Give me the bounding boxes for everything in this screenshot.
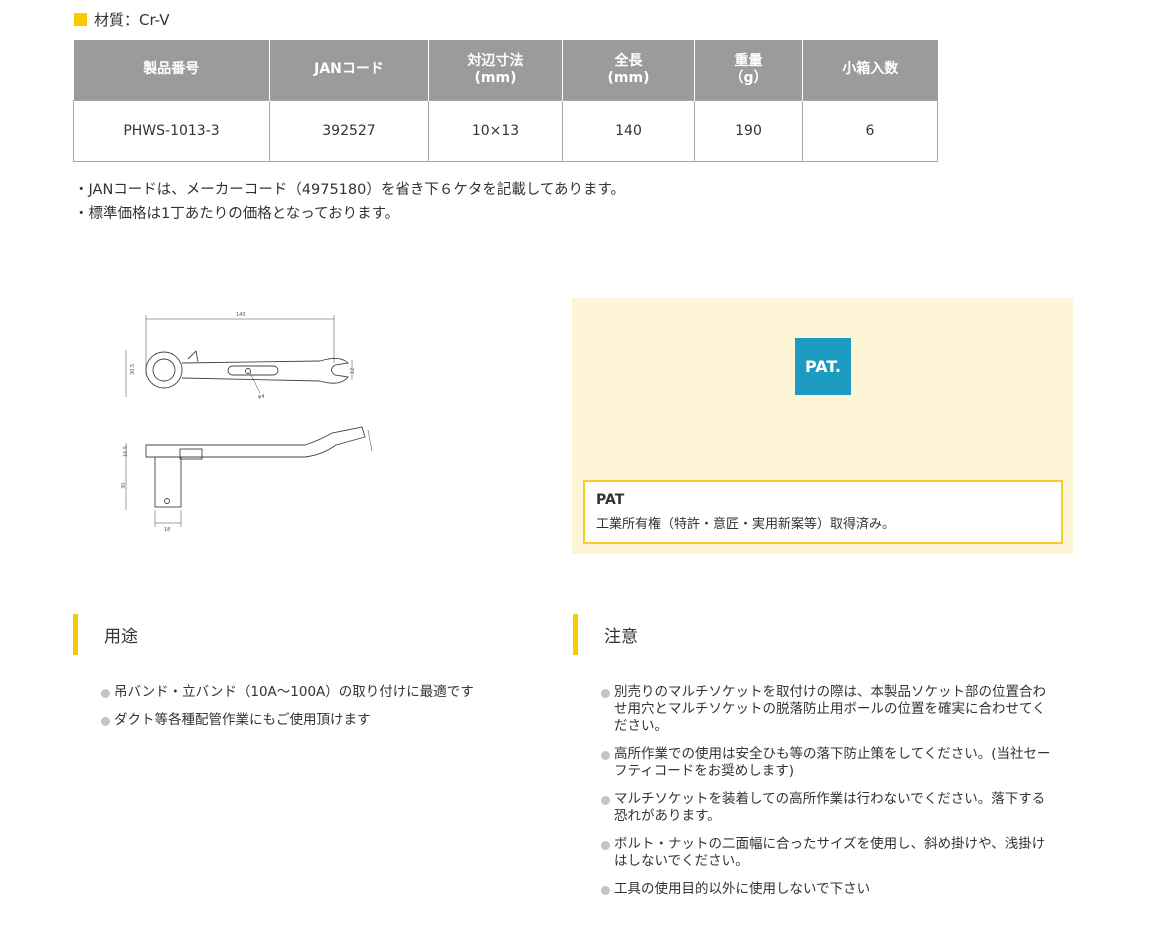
pat-title: PAT [596,492,625,508]
header-box-quantity: 小箱入数 [802,40,938,100]
header-product-number-text: 製品番号 [143,61,200,78]
list-item: 工具の使用目的以外に使用しないで下さい [601,881,1053,898]
cell-jan-code: 392527 [269,99,429,162]
caution-list: 別売りのマルチソケットを取付けの際は、本製品ソケット部の位置合わせ用穴とマルチソ… [601,684,1053,909]
cell-length: 140 [562,99,695,162]
list-item: 吊バンド・立バンド（10A～100A）の取り付けに最適です [101,684,521,701]
cell-across-flats: 10×13 [428,99,563,162]
list-item: 高所作業での使用は安全ひも等の落下防止策をしてください。(当社セーフティコードを… [601,746,1053,780]
dim-jaw-label: 12 [350,368,356,374]
header-length-unit: (mm) [607,69,650,86]
cell-box-quantity: 6 [802,99,938,162]
caution-heading-label: 注意 [604,627,638,647]
header-across-flats-text: 対辺寸法 [467,52,524,69]
cell-product-number: PHWS-1013-3 [73,99,270,162]
dim-side-a-label: 16.5 [123,446,129,457]
spec-table: 製品番号 JANコード 対辺寸法 (mm) 全長 (mm) 重量 （g） 小箱入… [73,40,938,162]
usage-heading-bar [73,614,78,655]
header-jan-code: JANコード [269,40,429,100]
dim-side-b-label: 30 [121,483,127,489]
usage-list: 吊バンド・立バンド（10A～100A）の取り付けに最適です ダクト等各種配管作業… [101,684,521,740]
product-technical-drawing: 140 φ4 30.5 12 16.5 30 18 [121,312,373,533]
header-length: 全長 (mm) [562,40,695,100]
usage-heading: 用途 [73,614,138,655]
header-weight-unit: （g） [729,69,768,86]
dim-phi-label: φ4 [258,394,264,400]
header-weight-text: 重量 [734,52,763,69]
header-product-number: 製品番号 [73,40,270,100]
pat-panel: PAT. PAT 工業所有権（特許・意匠・実用新案等）取得済み。 [572,298,1073,554]
pat-info-box: PAT 工業所有権（特許・意匠・実用新案等）取得済み。 [583,480,1063,544]
list-item: マルチソケットを装着しての高所作業は行わないでください。落下する恐れがあります。 [601,791,1053,825]
note-jan: ・JANコードは、メーカーコード（4975180）を省き下６ケタを記載してありま… [74,182,626,198]
pat-logo-text: PAT. [805,357,841,376]
dim-length-label: 140 [236,312,246,318]
table-row: PHWS-1013-3 392527 10×13 140 190 6 [73,99,938,162]
material-text: 材質：Cr-V [94,11,170,29]
usage-heading-label: 用途 [104,627,138,647]
material-label: 材質：Cr-V [74,9,169,30]
caution-heading-bar [573,614,578,655]
dim-base-label: 18 [164,527,170,533]
list-item: ボルト・ナットの二面幅に合ったサイズを使用し、斜め掛けや、浅掛けはしないでくださ… [601,836,1053,870]
pat-logo-icon: PAT. [795,338,851,395]
pat-description: 工業所有権（特許・意匠・実用新案等）取得済み。 [596,517,896,532]
list-item: 別売りのマルチソケットを取付けの際は、本製品ソケット部の位置合わせ用穴とマルチソ… [601,684,1053,735]
header-box-quantity-text: 小箱入数 [842,61,899,78]
cell-weight: 190 [694,99,803,162]
list-item: ダクト等各種配管作業にもご使用頂けます [101,712,521,729]
header-length-text: 全長 [614,52,643,69]
note-price: ・標準価格は1丁あたりの価格となっております。 [74,206,400,222]
yellow-square-icon [74,13,87,26]
header-jan-code-text: JANコード [314,61,384,78]
dim-height-label: 30.5 [130,364,136,375]
caution-heading: 注意 [573,614,638,655]
header-across-flats: 対辺寸法 (mm) [428,40,563,100]
header-across-flats-unit: (mm) [474,69,517,86]
spec-table-header-row: 製品番号 JANコード 対辺寸法 (mm) 全長 (mm) 重量 （g） 小箱入… [73,40,938,100]
notes: ・JANコードは、メーカーコード（4975180）を省き下６ケタを記載してありま… [74,178,625,226]
header-weight: 重量 （g） [694,40,803,100]
